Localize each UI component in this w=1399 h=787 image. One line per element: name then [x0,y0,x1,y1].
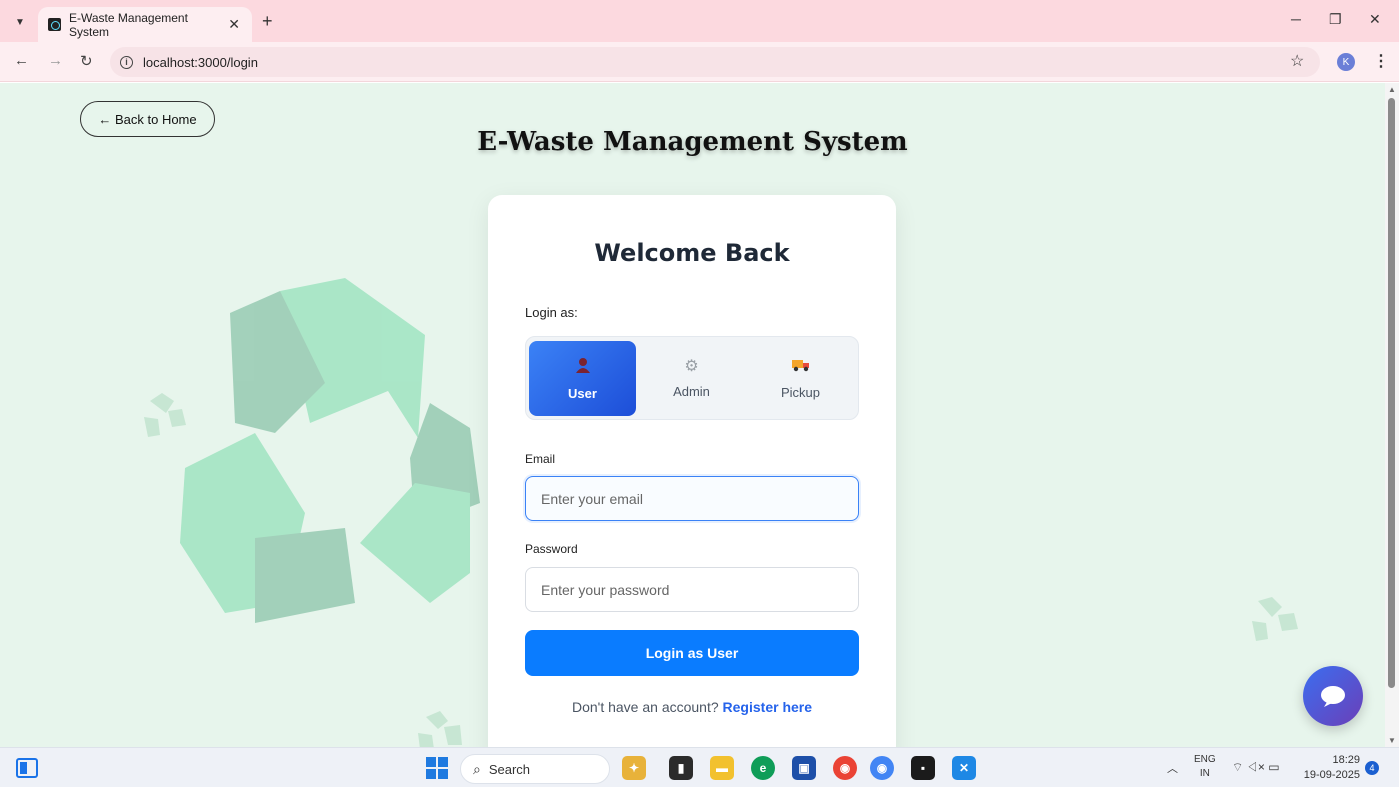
small-recycle-icon [418,711,462,747]
role-option-pickup[interactable]: Pickup [747,341,854,416]
bird-app-icon[interactable]: ✦ [622,756,646,780]
battery-icon: ▭ [1268,760,1280,774]
lang-code: ENG [1194,754,1216,765]
store-icon[interactable]: ▣ [792,756,816,780]
file-explorer-icon[interactable]: ▬ [710,756,734,780]
clock-date: 19-09-2025 [1303,769,1360,781]
truck-icon [791,358,810,377]
login-submit-button[interactable]: Login as User [525,630,859,676]
role-option-admin[interactable]: ⚙ Admin [638,341,745,416]
user-icon [575,357,590,378]
login-card: Welcome Back Login as: User ⚙ Admin Pick… [488,195,896,747]
forward-arrow-icon[interactable]: → [48,52,63,69]
tray-chevron-up-icon[interactable]: ︿ [1167,760,1178,776]
restore-icon[interactable]: ❐ [1329,11,1342,28]
browser-menu-icon[interactable]: ⋮ [1373,51,1389,71]
widgets-icon[interactable] [16,758,38,778]
react-favicon-icon [48,18,61,31]
browser-tab[interactable]: E-Waste Management System ✕ [38,7,252,42]
tab-close-icon[interactable]: ✕ [228,16,240,33]
window-close-icon[interactable]: ✕ [1369,11,1381,28]
login-as-label: Login as: [525,305,578,320]
windows-start-icon[interactable] [426,757,448,779]
scrollbar[interactable]: ▲ ▼ [1385,83,1399,747]
page-title: E-Waste Management System [477,127,908,157]
profile-avatar[interactable]: K [1337,53,1355,71]
role-label: Admin [673,384,710,399]
register-link[interactable]: Register here [723,699,812,715]
edge-browser-icon[interactable]: e [751,756,775,780]
scroll-down-icon[interactable]: ▼ [1388,736,1396,745]
taskbar: ⌕ Search ✦ ▮ ▬ e ▣ ◉ ◉ ▪ ✕ ︿ ENG IN ⌔ ◁×… [0,747,1399,787]
taskbar-search[interactable]: ⌕ Search [460,754,610,784]
tab-title: E-Waste Management System [69,10,188,39]
chrome-profile-icon[interactable]: ◉ [833,756,857,780]
email-field[interactable] [525,476,859,521]
url-text: localhost:3000/login [143,54,258,70]
site-info-icon[interactable]: i [120,55,133,69]
volume-muted-icon: ◁× [1246,760,1265,774]
gear-icon: ⚙ [684,358,699,375]
chat-icon [1321,686,1345,707]
vscode-icon[interactable]: ✕ [952,756,976,780]
role-selector: User ⚙ Admin Pickup [525,336,859,420]
tab-list-chevron-icon[interactable]: ▼ [10,12,30,32]
minimize-icon[interactable]: ─ [1291,11,1301,27]
chat-bubble-button[interactable] [1303,666,1363,726]
register-row: Don't have an account? Register here [488,699,896,715]
url-omnibox[interactable]: i localhost:3000/login [110,47,1320,77]
bookmark-star-icon[interactable]: ☆ [1290,51,1304,71]
role-label: Pickup [780,384,821,400]
small-recycle-icon [144,393,186,437]
page-content: ← Back to Home E-Waste Management System… [0,83,1385,747]
clock-time: 18:29 [1332,754,1360,766]
terminal-icon[interactable]: ▮ [669,756,693,780]
language-indicator[interactable]: ENG IN [1194,753,1216,781]
address-bar-row: ← → ↻ i localhost:3000/login ☆ K ⋮ [0,42,1399,82]
new-tab-button[interactable]: + [262,11,273,32]
email-label: Email [525,452,556,466]
role-option-user[interactable]: User [529,341,636,416]
jetbrains-icon[interactable]: ▪ [911,756,935,780]
search-label: Search [488,761,531,777]
password-field[interactable] [525,567,859,612]
notification-badge[interactable]: 4 [1365,761,1379,775]
register-prompt: Don't have an account? [571,699,719,715]
small-recycle-icon [1252,597,1298,641]
network-volume-battery-icons[interactable]: ⌔ ◁× ▭ [1232,760,1280,775]
password-label: Password [525,542,578,556]
tab-bar: ▼ E-Waste Management System ✕ + ─ ❐ ✕ [0,0,1399,42]
scroll-up-icon[interactable]: ▲ [1388,85,1396,94]
back-arrow-icon[interactable]: ← [14,52,29,69]
clock[interactable]: 18:29 19-09-2025 [1300,753,1360,783]
lang-region: IN [1199,768,1210,779]
role-label: User [568,385,597,401]
search-icon: ⌕ [473,760,481,777]
card-title: Welcome Back [594,239,790,267]
scrollbar-thumb[interactable] [1388,98,1395,688]
wifi-icon: ⌔ [1232,760,1244,774]
recycle-background-icon [180,278,480,623]
chrome-icon[interactable]: ◉ [870,756,894,780]
reload-icon[interactable]: ↻ [80,52,93,70]
